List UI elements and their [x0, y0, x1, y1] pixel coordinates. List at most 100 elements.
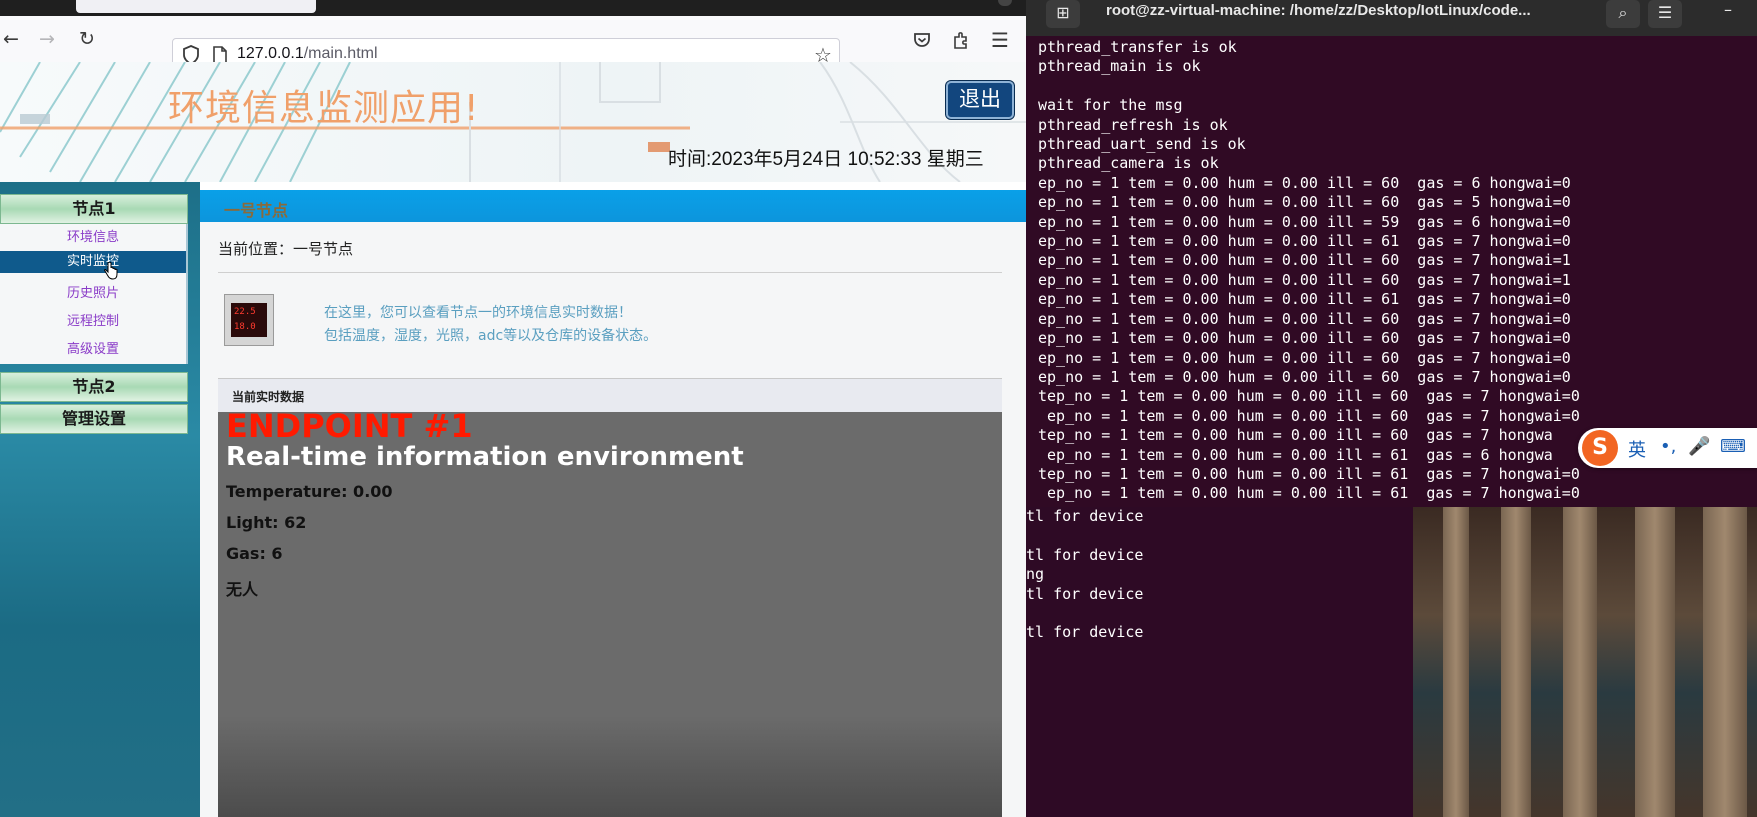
terminal-line: ep_no = 1 tem = 0.00 hum = 0.00 ill = 61…: [1038, 445, 1553, 464]
url-text[interactable]: 127.0.0.1/main.html: [237, 45, 378, 63]
terminal-line: ep_no = 1 tem = 0.00 hum = 0.00 ill = 60…: [1038, 329, 1571, 348]
terminal-line: ep_no = 1 tem = 0.00 hum = 0.00 ill = 60…: [1038, 193, 1571, 212]
sidebar-item-history-photos[interactable]: 历史照片: [0, 283, 186, 305]
sidebar-section-node2[interactable]: 节点2: [0, 372, 188, 402]
terminal-line: ep_no = 1 tem = 0.00 hum = 0.00 ill = 60…: [1038, 348, 1571, 367]
terminal-line: ep_no = 1 tem = 0.00 hum = 0.00 ill = 59…: [1038, 212, 1571, 231]
device-display: 22.5 18.0: [231, 303, 267, 337]
back-icon[interactable]: ←: [0, 28, 22, 50]
terminal-line: ep_no = 1 tem = 0.00 hum = 0.00 ill = 60…: [1038, 251, 1571, 270]
device-digit-top: 22.5: [234, 307, 256, 317]
terminal-window: ⊞ root@zz-virtual-machine: /home/zz/Desk…: [1026, 0, 1757, 817]
terminal-line: pthread_main is ok: [1038, 57, 1201, 76]
minimize-icon[interactable]: –: [1716, 0, 1740, 24]
wallpaper-post: [1703, 507, 1747, 817]
realtime-panel: ENDPOINT #1 Real-time information enviro…: [218, 407, 1002, 817]
pocket-icon[interactable]: [910, 28, 934, 52]
hand-cursor-icon: [104, 261, 118, 280]
desktop-wallpaper: [1413, 507, 1757, 817]
wallpaper-post: [1635, 507, 1675, 817]
extensions-icon[interactable]: [949, 28, 973, 52]
search-icon[interactable]: ⌕: [1606, 0, 1640, 28]
terminal-line: pthread_transfer is ok: [1038, 38, 1237, 56]
main-panel: 一号节点 当前位置：一号节点 22.5 18.0 在这里，您可以查看节点一的环境…: [200, 190, 1026, 817]
hamburger-menu-icon[interactable]: ☰: [1648, 0, 1682, 28]
terminal-line: ep_no = 1 tem = 0.00 hum = 0.00 ill = 60…: [1038, 270, 1571, 289]
terminal-line: ep_no = 1 tem = 0.00 hum = 0.00 ill = 60…: [1038, 367, 1571, 386]
terminal-line: tl for device: [1026, 545, 1144, 564]
temperature-reading: Temperature: 0.00: [226, 482, 393, 501]
terminal-line: ep_no = 1 tem = 0.00 hum = 0.00 ill = 61…: [1038, 232, 1571, 251]
intro-line-2: 包括温度，湿度，光照，adc等以及仓库的设备状态。: [324, 328, 658, 344]
endpoint-subtitle: Real-time information environment: [226, 442, 744, 472]
presence-status: 无人: [226, 580, 259, 599]
keyboard-icon[interactable]: ⌨: [1720, 436, 1746, 457]
terminal-titlebar: ⊞ root@zz-virtual-machine: /home/zz/Desk…: [1026, 0, 1757, 36]
terminal-line: tep_no = 1 tem = 0.00 hum = 0.00 ill = 6…: [1038, 426, 1553, 445]
panel-title-bar: 一号节点: [200, 190, 1026, 222]
ime-punctuation[interactable]: •,: [1660, 436, 1676, 457]
sidebar-item-advanced-settings[interactable]: 高级设置: [0, 339, 186, 361]
sidebar-section-admin[interactable]: 管理设置: [0, 404, 188, 434]
wallpaper-post: [1563, 507, 1597, 817]
terminal-line: tl for device: [1026, 507, 1144, 525]
sogou-logo-icon[interactable]: S: [1582, 430, 1618, 466]
tab-strip: [0, 0, 1026, 16]
app-title: 环境信息监测应用!: [168, 88, 480, 129]
node1-submenu: 环境信息 实时监控 历史照片 远程控制 高级设置: [0, 224, 188, 364]
wallpaper-post: [1443, 507, 1469, 817]
terminal-line: pthread_uart_send is ok: [1038, 135, 1246, 154]
browser-window: ← → ↻ 127.0.0.1/main.html ☆ ☰ 环境信息监测应用! …: [0, 0, 1026, 817]
sidebar-section-node1[interactable]: 节点1: [0, 194, 188, 224]
forward-icon[interactable]: →: [36, 28, 58, 50]
device-digit-bottom: 18.0: [234, 322, 256, 332]
reload-icon[interactable]: ↻: [76, 28, 98, 50]
gas-reading: Gas: 6: [226, 544, 283, 563]
terminal-line: pthread_refresh is ok: [1038, 115, 1228, 134]
wallpaper-post: [1501, 507, 1531, 817]
terminal-line: tl for device: [1026, 584, 1144, 603]
url-host: 127.0.0.1: [237, 45, 304, 62]
datetime-display: 时间:2023年5月24日 10:52:33 星期三: [668, 149, 984, 170]
header-banner: 环境信息监测应用! 退出 时间:2023年5月24日 10:52:33 星期三: [0, 62, 1026, 182]
terminal-line: ng: [1026, 565, 1045, 584]
terminal-output[interactable]: pthread_transfer is ok pthread_main is ok…: [1038, 38, 1598, 504]
logout-button[interactable]: 退出: [946, 81, 1014, 119]
breadcrumb: 当前位置：一号节点: [218, 240, 354, 258]
sensor-device-icon: 22.5 18.0: [224, 294, 274, 346]
intro-line-1: 在这里，您可以查看节点一的环境信息实时数据！: [324, 305, 632, 321]
sidebar-item-realtime-monitor[interactable]: 实时监控: [0, 251, 186, 273]
terminal-line: pthread_camera is ok: [1038, 154, 1219, 173]
terminal-line: ep_no = 1 tem = 0.00 hum = 0.00 ill = 61…: [1038, 484, 1580, 503]
light-reading: Light: 62: [226, 513, 307, 532]
navigation-toolbar: ← → ↻ 127.0.0.1/main.html ☆ ☰: [0, 16, 1026, 72]
terminal-line: tep_no = 1 tem = 0.00 hum = 0.00 ill = 6…: [1038, 387, 1580, 406]
realtime-header-label: 当前实时数据: [232, 390, 305, 404]
sidebar-item-remote-control[interactable]: 远程控制: [0, 311, 186, 333]
url-path: /main.html: [303, 45, 378, 62]
sidebar: 节点1 环境信息 实时监控 历史照片 远程控制 高级设置 节点2 管理设置: [0, 182, 200, 817]
browser-tab[interactable]: [76, 0, 316, 13]
endpoint-title: ENDPOINT #1: [226, 407, 473, 445]
new-tab-icon[interactable]: ⊞: [1046, 0, 1080, 28]
ime-language[interactable]: 英: [1628, 436, 1646, 462]
terminal-line: ep_no = 1 tem = 0.00 hum = 0.00 ill = 60…: [1038, 173, 1571, 192]
terminal-output-lower: tl for device tl for device ng tl for devi…: [1026, 507, 1416, 817]
window-control[interactable]: [998, 0, 1012, 6]
web-page: 环境信息监测应用! 退出 时间:2023年5月24日 10:52:33 星期三 …: [0, 62, 1026, 817]
divider: [218, 272, 1002, 273]
sidebar-item-env-info[interactable]: 环境信息: [0, 227, 186, 249]
terminal-line: tl for device: [1026, 623, 1144, 642]
ime-toolbar[interactable]: S 英 •, 🎤 ⌨: [1578, 428, 1757, 468]
terminal-line: ep_no = 1 tem = 0.00 hum = 0.00 ill = 61…: [1038, 290, 1571, 309]
terminal-line: tep_no = 1 tem = 0.00 hum = 0.00 ill = 6…: [1038, 464, 1580, 483]
panel-title: 一号节点: [224, 201, 289, 220]
terminal-lower-text: tl for device tl for device ng tl for devi…: [1026, 507, 1143, 643]
terminal-line: ep_no = 1 tem = 0.00 hum = 0.00 ill = 60…: [1038, 309, 1571, 328]
terminal-line: ep_no = 1 tem = 0.00 hum = 0.00 ill = 60…: [1038, 406, 1580, 425]
microphone-icon[interactable]: 🎤: [1688, 436, 1710, 457]
menu-icon[interactable]: ☰: [988, 28, 1012, 52]
